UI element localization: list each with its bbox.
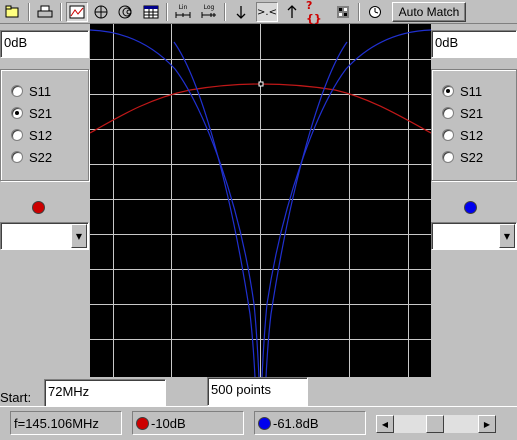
radio-label: S12: [29, 127, 53, 143]
radio-button[interactable]: [442, 85, 454, 97]
smith-chart-icon[interactable]: [114, 2, 136, 22]
help-icon[interactable]: ?{}: [306, 0, 328, 25]
chevron-down-icon[interactable]: ▼: [499, 224, 515, 248]
right-level-field[interactable]: 0dB: [431, 30, 517, 58]
right-marker-color-dot[interactable]: [464, 201, 477, 214]
marker2-readout: -61.8dB: [254, 411, 366, 435]
linear-scale-button[interactable]: Lin: [172, 2, 194, 22]
left-marker-color-dot[interactable]: [32, 201, 45, 214]
radio-button[interactable]: [442, 107, 454, 119]
radio-button[interactable]: [11, 107, 23, 119]
grid: [90, 24, 431, 377]
left-radio-s22[interactable]: S22: [11, 148, 52, 166]
toolbar: Lin Log >.< ?{} Auto Match: [0, 0, 517, 25]
points-field[interactable]: 500 points: [207, 377, 308, 406]
left-parameter-group: S11 S21 S12 S22: [0, 69, 89, 181]
open-icon[interactable]: [2, 2, 24, 22]
start-label: Start:: [0, 390, 32, 405]
scrollbar-thumb[interactable]: [426, 415, 444, 433]
radio-label: S21: [29, 105, 53, 121]
right-radio-s22[interactable]: S22: [442, 148, 483, 166]
marker2-dot-icon: [258, 416, 271, 430]
polar-plot-icon[interactable]: [90, 2, 112, 22]
plot-canvas: [89, 24, 432, 378]
arrow-down-icon[interactable]: [230, 2, 252, 22]
chevron-down-icon[interactable]: ▼: [71, 224, 87, 248]
right-parameter-group: S11 S21 S12 S22: [431, 69, 517, 181]
marker1-dot-icon: [136, 416, 149, 430]
radio-button[interactable]: [442, 151, 454, 163]
marker1-readout: -10dB: [132, 411, 244, 435]
auto-match-button[interactable]: Auto Match: [392, 2, 466, 22]
left-level-field[interactable]: 0dB: [0, 30, 89, 58]
frequency-readout: f=145.106MHz: [10, 411, 122, 435]
radio-button[interactable]: [11, 151, 23, 163]
scroll-right-icon[interactable]: ▶: [478, 415, 496, 433]
plot-area[interactable]: [89, 24, 432, 378]
left-radio-s11[interactable]: S11: [11, 82, 51, 100]
tune-icon[interactable]: [332, 2, 354, 22]
scroll-left-icon[interactable]: ◀: [376, 415, 394, 433]
frequency-scrollbar[interactable]: ◀ ▶: [376, 415, 496, 433]
right-radio-s21[interactable]: S21: [442, 104, 483, 122]
radio-label: S11: [460, 83, 483, 99]
radio-label: S22: [460, 149, 484, 165]
right-radio-s11[interactable]: S11: [442, 82, 482, 100]
right-radio-s12[interactable]: S12: [442, 126, 483, 144]
start-frequency-field[interactable]: 72MHz: [44, 379, 166, 407]
radio-label: S11: [29, 83, 52, 99]
status-bar: f=145.106MHz -10dB -61.8dB ◀ ▶: [0, 406, 517, 440]
left-marker-select[interactable]: ▼: [0, 222, 89, 250]
radio-button[interactable]: [11, 129, 23, 141]
rectangular-plot-icon[interactable]: [66, 2, 88, 22]
radio-label: S22: [29, 149, 53, 165]
radio-button[interactable]: [442, 129, 454, 141]
radio-label: S12: [460, 127, 484, 143]
right-marker-select[interactable]: ▼: [431, 222, 517, 250]
left-radio-s21[interactable]: S21: [11, 104, 52, 122]
clock-icon[interactable]: [364, 2, 386, 22]
arrow-up-icon[interactable]: [281, 2, 303, 22]
left-radio-s12[interactable]: S12: [11, 126, 52, 144]
print-icon[interactable]: [34, 2, 56, 22]
log-scale-button[interactable]: Log: [198, 2, 220, 22]
zoom-in-button[interactable]: >.<: [256, 2, 278, 22]
table-icon[interactable]: [140, 2, 162, 22]
radio-label: S21: [460, 105, 484, 121]
marker-point[interactable]: [258, 81, 264, 87]
radio-button[interactable]: [11, 85, 23, 97]
